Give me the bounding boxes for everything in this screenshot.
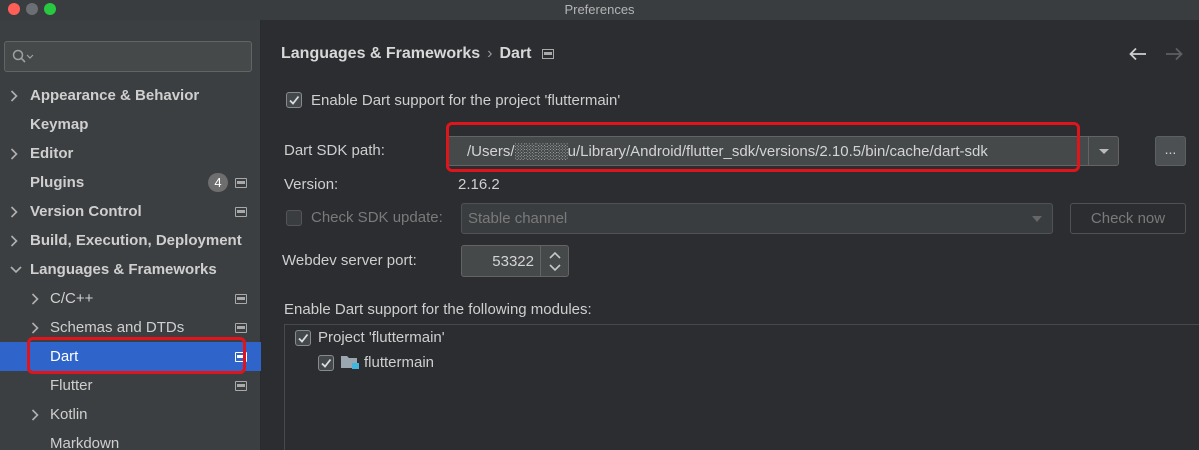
enable-dart-label: Enable Dart support for the project 'flu…	[311, 92, 621, 109]
sidebar-item-editor[interactable]: Editor	[0, 139, 261, 168]
project-module-label: Project 'fluttermain'	[318, 329, 445, 346]
sidebar-item-kotlin[interactable]: Kotlin	[0, 400, 261, 429]
sidebar-item-languages-frameworks[interactable]: Languages & Frameworks	[0, 255, 261, 284]
sdk-path-dropdown-button[interactable]	[1088, 137, 1118, 165]
window-title: Preferences	[564, 2, 635, 17]
breadcrumb: Languages & Frameworks › Dart	[281, 45, 554, 63]
enable-dart-checkbox[interactable]	[286, 92, 302, 108]
chevron-up-icon[interactable]	[549, 252, 561, 259]
chevron-down-icon[interactable]	[549, 264, 561, 271]
chevron-down-icon[interactable]	[10, 255, 22, 284]
sidebar-item-label: Kotlin	[50, 406, 88, 423]
sidebar-item-label: Appearance & Behavior	[30, 87, 200, 104]
fluttermain-module-label: fluttermain	[364, 354, 435, 371]
chevron-right-icon[interactable]	[10, 197, 22, 226]
check-now-button[interactable]: Check now	[1070, 203, 1186, 234]
module-folder-icon	[341, 356, 359, 369]
dart-settings-panel: Languages & Frameworks › Dart Enable Dart …	[262, 20, 1199, 450]
chevron-right-icon[interactable]	[10, 81, 22, 110]
check-sdk-update-checkbox[interactable]	[286, 210, 302, 226]
chevron-down-icon	[1099, 149, 1109, 154]
breadcrumb-parent[interactable]: Languages & Frameworks	[281, 45, 480, 62]
check-sdk-update-label: Check SDK update:	[311, 209, 443, 226]
sidebar-item-plugins[interactable]: Plugins 4	[0, 168, 261, 197]
version-label: Version:	[284, 176, 339, 193]
sidebar-item-flutter[interactable]: Flutter	[0, 371, 261, 400]
project-level-icon	[235, 381, 247, 391]
project-level-icon	[235, 178, 247, 188]
update-channel-select[interactable]: Stable channel	[461, 203, 1053, 234]
settings-search-box[interactable]	[4, 41, 252, 72]
sidebar-item-label: Plugins	[30, 174, 85, 191]
settings-search-input[interactable]	[39, 46, 244, 66]
breadcrumb-current: Dart	[499, 45, 532, 62]
sidebar-item-label: Editor	[30, 145, 74, 162]
sidebar-item-label: C/C++	[50, 290, 94, 307]
project-level-icon	[235, 207, 247, 217]
sidebar-item-label: Keymap	[30, 116, 89, 133]
chevron-down-icon	[1032, 216, 1042, 222]
webdev-port-spinner[interactable]: 53322	[461, 245, 569, 277]
sidebar-item-label: Flutter	[50, 377, 93, 394]
sidebar-item-build-execution-deployment[interactable]: Build, Execution, Deployment	[0, 226, 261, 255]
checkmark-icon	[321, 358, 332, 368]
project-module-checkbox[interactable]	[295, 330, 311, 346]
webdev-port-label: Webdev server port:	[282, 252, 417, 269]
chevron-right-icon[interactable]	[10, 226, 22, 255]
project-level-icon	[235, 294, 247, 304]
browse-sdk-button[interactable]: ...	[1155, 136, 1186, 166]
port-stepper[interactable]	[540, 246, 568, 276]
checkmark-icon	[289, 95, 300, 105]
annotation-highlight-dart-item	[27, 337, 246, 374]
sidebar-item-keymap[interactable]: Keymap	[0, 110, 261, 139]
sdk-path-label: Dart SDK path:	[284, 142, 385, 159]
sidebar-item-version-control[interactable]: Version Control	[0, 197, 261, 226]
breadcrumb-separator: ›	[487, 45, 493, 62]
arrow-left-icon[interactable]	[1129, 47, 1147, 61]
project-level-icon	[235, 323, 247, 333]
sidebar-item-markdown[interactable]: Markdown	[0, 429, 261, 450]
sidebar-item-label: Markdown	[50, 435, 120, 450]
arrow-right-icon[interactable]	[1165, 47, 1183, 61]
search-icon	[12, 49, 34, 63]
chevron-right-icon[interactable]	[31, 400, 43, 429]
sidebar-item-label: Build, Execution, Deployment	[30, 232, 242, 249]
plugins-update-badge: 4	[208, 173, 228, 192]
version-value: 2.16.2	[458, 176, 500, 193]
webdev-port-value[interactable]: 53322	[492, 253, 534, 270]
update-channel-value: Stable channel	[468, 210, 568, 227]
project-level-icon	[541, 49, 554, 59]
modules-label: Enable Dart support for the following mo…	[284, 301, 592, 318]
sidebar-item-label: Version Control	[30, 203, 142, 220]
sidebar-item-appearance-behavior[interactable]: Appearance & Behavior	[0, 81, 261, 110]
sidebar-item-label: Languages & Frameworks	[30, 261, 217, 278]
chevron-right-icon[interactable]	[31, 284, 43, 313]
sidebar-item-c-cpp[interactable]: C/C++	[0, 284, 261, 313]
fluttermain-module-checkbox[interactable]	[318, 355, 334, 371]
annotation-highlight-sdk-path	[446, 122, 1080, 172]
chevron-right-icon[interactable]	[10, 139, 22, 168]
title-bar: Preferences	[0, 0, 1199, 20]
checkmark-icon	[298, 333, 309, 343]
